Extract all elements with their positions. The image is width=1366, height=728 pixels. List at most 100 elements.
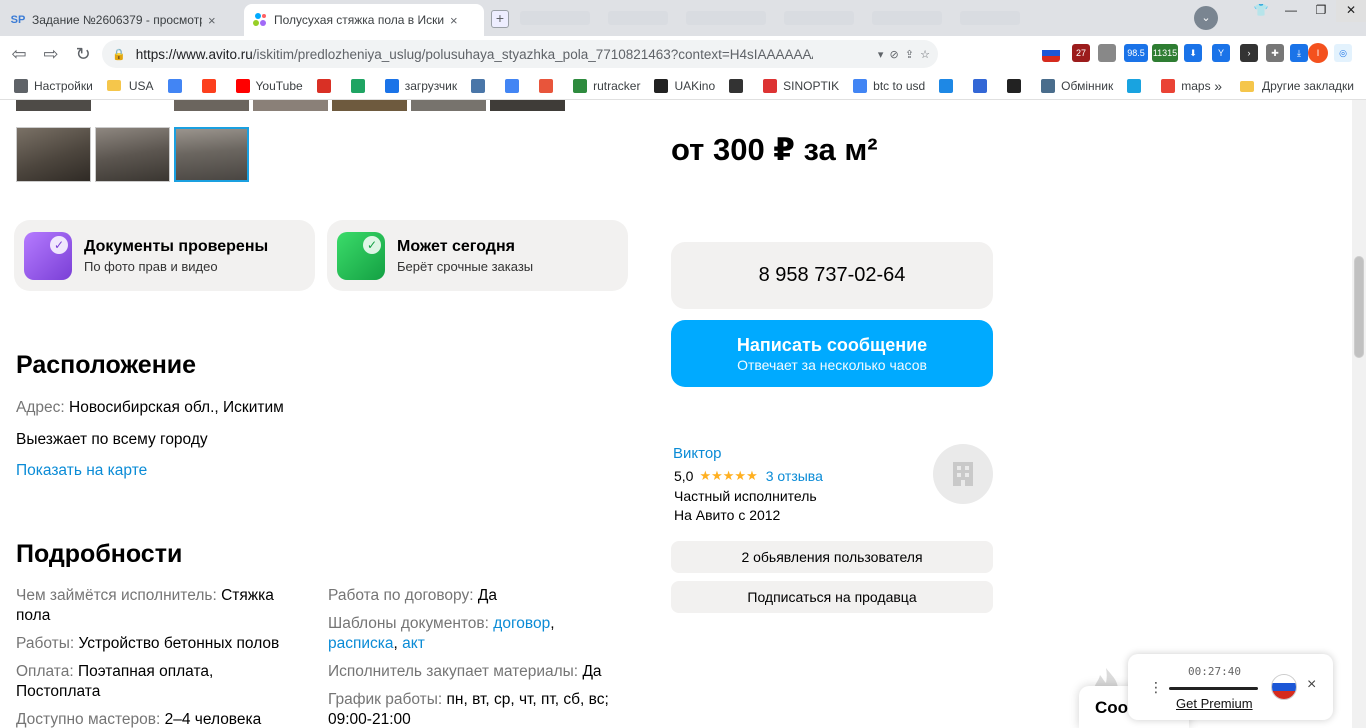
- detail-item: Работа по договору: Да: [328, 586, 628, 606]
- bookmark-item[interactable]: [539, 78, 559, 93]
- tab-search-button[interactable]: ⌄: [1194, 6, 1218, 30]
- bookmark-item[interactable]: YouTube: [235, 78, 303, 93]
- rating-value: 5,0: [674, 468, 694, 484]
- photo-thumbnail[interactable]: [411, 100, 486, 111]
- other-bookmarks[interactable]: Другие закладки: [1262, 79, 1354, 93]
- sync-globe-icon[interactable]: ◎: [1334, 44, 1352, 62]
- profile-avatar[interactable]: I: [1308, 43, 1328, 63]
- bookmark-label: btc to usd: [873, 78, 926, 93]
- arrow-icon: [973, 78, 988, 93]
- tab-avito[interactable]: Полусухая стяжка пола в Искити ×: [244, 4, 484, 36]
- chat-popup-label: Соо: [1095, 698, 1129, 717]
- new-tab-button[interactable]: +: [491, 10, 509, 28]
- player-close-icon[interactable]: ×: [1307, 676, 1316, 694]
- bookmark-item[interactable]: maps: [1161, 78, 1211, 93]
- user-ads-button[interactable]: 2 обьявления пользователя: [671, 541, 993, 573]
- seller-rating: 5,0 ★★★★★ 3 отзыва: [674, 468, 823, 484]
- downloads-icon[interactable]: ⤓: [1290, 44, 1308, 62]
- puzzle-extensions-icon[interactable]: ✚: [1266, 44, 1284, 62]
- bookmark-item[interactable]: [1007, 78, 1027, 93]
- bookmark-item[interactable]: [471, 78, 491, 93]
- arrow-extension-icon[interactable]: ›: [1240, 44, 1258, 62]
- bookmark-item[interactable]: [505, 78, 525, 93]
- shield-extension-icon[interactable]: 27: [1072, 44, 1090, 62]
- reviews-link[interactable]: 3 отзыва: [766, 468, 823, 484]
- bookmark-item[interactable]: [316, 78, 337, 93]
- receipt-template-link[interactable]: расписка: [328, 635, 394, 652]
- tab-zadanie[interactable]: SP Задание №2606379 - просмотр з ×: [2, 4, 242, 36]
- lock-icon[interactable]: 🔒: [112, 48, 126, 61]
- bookmark-item[interactable]: UAKino: [654, 78, 715, 93]
- bookmark-item[interactable]: [201, 78, 222, 93]
- subscribe-seller-button[interactable]: Подписаться на продавца: [671, 581, 993, 613]
- show-phone-button[interactable]: 8 958 737-02-64: [671, 242, 993, 309]
- close-window-button[interactable]: ✕: [1336, 0, 1366, 22]
- tshirt-icon[interactable]: 👕: [1246, 0, 1276, 22]
- tab-close-icon[interactable]: ×: [208, 13, 216, 28]
- photo-thumbnail[interactable]: [95, 127, 170, 182]
- seller-since: На Авито с 2012: [674, 507, 781, 523]
- f-icon: [539, 78, 554, 93]
- photo-thumbnail[interactable]: [16, 100, 91, 111]
- briefcase-extension-icon[interactable]: [1098, 44, 1116, 62]
- bookmark-item[interactable]: [1127, 78, 1147, 93]
- player-timer: 00:27:40: [1188, 665, 1241, 678]
- youtube-icon: [235, 78, 250, 93]
- speed-extension-icon[interactable]: 98.5: [1124, 44, 1148, 62]
- translate-icon: [505, 78, 520, 93]
- page-scrollbar[interactable]: [1352, 100, 1366, 728]
- back-arrow-icon[interactable]: ⇦: [6, 41, 32, 67]
- russian-flag-icon[interactable]: [1271, 674, 1297, 700]
- bookmark-label: SINOPTIK: [783, 78, 840, 93]
- forward-arrow-icon[interactable]: ⇨: [38, 41, 64, 67]
- gear-icon: [14, 78, 28, 93]
- bookmark-item[interactable]: [729, 78, 749, 93]
- bitcoin-extension-icon[interactable]: 11315: [1152, 44, 1178, 62]
- bookmark-item[interactable]: btc to usd: [853, 78, 926, 93]
- seller-name-link[interactable]: Виктор: [673, 445, 722, 462]
- photo-thumbnail[interactable]: [332, 100, 407, 111]
- tab-title: Полусухая стяжка пола в Искити: [274, 13, 444, 27]
- omnibox-dropdown-icon[interactable]: ▾ ⊘ ⇪ ☆: [878, 48, 930, 61]
- photo-thumbnail[interactable]: [490, 100, 565, 111]
- maximize-button[interactable]: ❐: [1306, 0, 1336, 22]
- detail-value: 2–4 человека: [164, 711, 262, 728]
- reload-icon[interactable]: ↻: [70, 41, 96, 67]
- act-template-link[interactable]: акт: [402, 635, 425, 652]
- tab-close-icon[interactable]: ×: [450, 13, 458, 28]
- bookmark-item[interactable]: rutracker: [573, 78, 640, 93]
- scrollbar-thumb[interactable]: [1354, 256, 1364, 358]
- player-menu-icon[interactable]: ⋮: [1149, 679, 1163, 696]
- show-on-map-link[interactable]: Показать на карте: [16, 462, 147, 480]
- get-premium-link[interactable]: Get Premium: [1176, 696, 1253, 711]
- address-bar[interactable]: 🔒 https://www.avito.ru/iskitim/predlozhe…: [102, 40, 938, 68]
- download-extension-icon[interactable]: ⬇: [1184, 44, 1202, 62]
- photo-thumbnail-selected[interactable]: [174, 127, 249, 182]
- url-path: /iskitim/predlozheniya_uslug/polusuhaya_…: [252, 46, 813, 62]
- bookmark-item[interactable]: USA: [106, 79, 154, 93]
- photo-thumbnail[interactable]: [174, 100, 249, 111]
- write-message-button[interactable]: Написать сообщение Отвечает за несколько…: [671, 320, 993, 387]
- minimize-button[interactable]: —: [1276, 0, 1306, 22]
- bookmark-item[interactable]: загрузчик: [384, 78, 457, 93]
- bookmark-item[interactable]: [167, 78, 188, 93]
- photo-thumbnail[interactable]: [16, 127, 91, 182]
- more-bookmarks-icon[interactable]: »: [1214, 78, 1222, 94]
- bookmark-item[interactable]: Обмінник: [1041, 78, 1113, 93]
- seller-avatar[interactable]: [933, 444, 993, 504]
- documents-verified-icon: ✓: [24, 231, 72, 280]
- bookmark-item[interactable]: SINOPTIK: [763, 78, 840, 93]
- bookmark-item[interactable]: [350, 78, 371, 93]
- vk-icon: [471, 78, 486, 93]
- contract-template-link[interactable]: договор: [493, 615, 550, 632]
- v-extension-icon[interactable]: Y: [1212, 44, 1230, 62]
- player-progress-bar[interactable]: [1169, 687, 1258, 690]
- detail-item: Шаблоны документов: договор, расписка, а…: [328, 615, 555, 652]
- photo-thumbnail[interactable]: [253, 100, 328, 111]
- bookmark-item[interactable]: Настройки: [14, 78, 93, 93]
- russian-flag-extension-icon[interactable]: [1042, 44, 1060, 62]
- bookmark-item[interactable]: [973, 78, 993, 93]
- bookmark-item[interactable]: [939, 78, 959, 93]
- detail-item: Чем займётся исполнитель: Стяжка пола: [16, 586, 311, 626]
